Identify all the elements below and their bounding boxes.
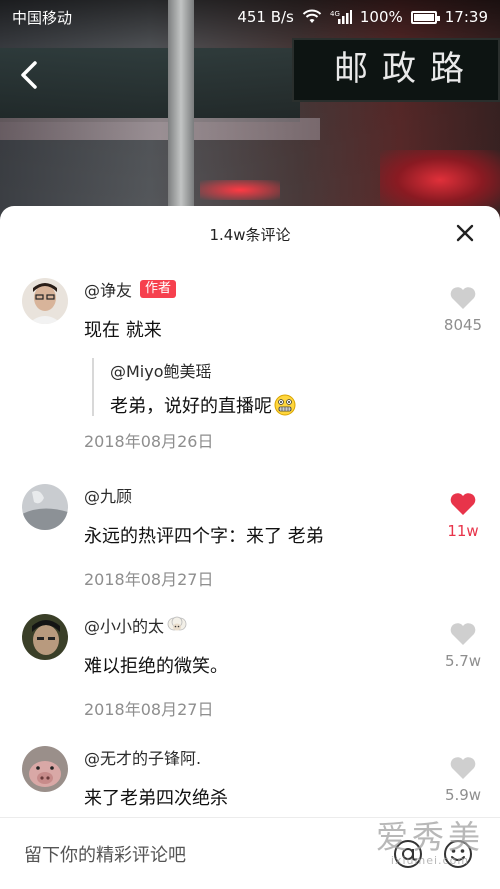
reply-username[interactable]: @Miyo鲍美瑶: [110, 358, 352, 382]
battery-icon: [410, 10, 440, 24]
comment-date: 2018年08月27日: [84, 570, 214, 589]
user-photo-icon: [22, 484, 68, 530]
reply-text: 老弟，说好的直播呢: [110, 396, 272, 417]
video-background: 邮政路: [0, 0, 500, 230]
author-badge: 作者: [140, 280, 177, 298]
comment-item: @诤友 作者 现在 就来 @Miyo鲍美瑶 老弟，说好的直播呢 2018年08月…: [0, 278, 500, 458]
quoted-reply: @Miyo鲍美瑶 老弟，说好的直播呢: [92, 358, 352, 418]
background-light-strip: [0, 118, 320, 140]
comments-panel: 1.4w条评论 @诤友 作者 现在 就来 @Miyo鲍美瑶 老弟，说好的直播呢: [0, 206, 500, 889]
comment-input-bar[interactable]: 留下你的精彩评论吧 爱秀美 ixiumei.com: [0, 817, 500, 889]
avatar[interactable]: [22, 484, 68, 530]
sheep-icon: [167, 616, 187, 631]
net-speed: 451 B/s: [237, 8, 294, 26]
username-text: @诤友: [84, 281, 133, 300]
background-red-light-small: [200, 180, 280, 200]
username-text: @无才的子锋阿.: [84, 749, 202, 768]
avatar[interactable]: [22, 278, 68, 324]
signal-icon: 4G: [330, 10, 352, 24]
heart-outline-icon: [450, 287, 476, 309]
watermark-sub: ixiumei.com: [390, 854, 470, 867]
carrier-label: 中国移动: [12, 8, 73, 27]
heart-outline-icon: [450, 623, 476, 645]
avatar[interactable]: [22, 746, 68, 792]
comment-username[interactable]: @无才的子锋阿.: [84, 746, 201, 768]
chevron-left-icon: [21, 61, 37, 89]
heart-filled-icon: [450, 493, 476, 515]
username-text: @九顾: [84, 487, 133, 506]
comment-item: @九顾 永远的热评四个字：来了 老弟 2018年08月27日 11w: [0, 484, 500, 594]
comment-text: 来了老弟四次绝杀: [84, 788, 228, 809]
like-button[interactable]: 5.7w: [440, 622, 486, 670]
comment-text: 难以拒绝的微笑。: [84, 656, 228, 677]
close-icon[interactable]: [454, 222, 476, 244]
user-photo-icon: [22, 614, 68, 660]
username-text: @小小的太: [84, 617, 165, 636]
background-pole: [168, 0, 194, 230]
background-road-sign: 邮政路: [292, 38, 500, 102]
comment-username[interactable]: @小小的太: [84, 614, 188, 636]
like-count: 5.7w: [444, 652, 482, 670]
like-count: 5.9w: [444, 786, 482, 804]
watermark-main: 爱秀美: [375, 818, 484, 856]
comment-text: 永远的热评四个字：来了 老弟: [84, 526, 324, 547]
comment-item: @小小的太 难以拒绝的微笑。 2018年08月27日 5.7w: [0, 614, 500, 724]
comment-username[interactable]: @诤友 作者: [84, 278, 177, 300]
user-photo-icon: [22, 746, 68, 792]
like-count: 11w: [447, 522, 479, 540]
battery-percent: 100%: [359, 8, 403, 26]
comment-count-title: 1.4w条评论: [209, 225, 291, 244]
comment-date: 2018年08月27日: [84, 700, 214, 719]
comment-username[interactable]: @九顾: [84, 484, 132, 506]
like-button[interactable]: 8045: [440, 286, 486, 334]
back-button[interactable]: [18, 60, 48, 94]
comment-text: 现在 就来: [84, 320, 162, 341]
clock: 17:39: [444, 8, 488, 26]
avatar[interactable]: [22, 614, 68, 660]
status-right: 451 B/s 4G 100% 17:39: [237, 8, 488, 26]
comment-input-placeholder[interactable]: 留下你的精彩评论吧: [24, 841, 186, 867]
reply-text-row: 老弟，说好的直播呢: [110, 392, 352, 418]
user-photo-icon: [22, 278, 68, 324]
like-button[interactable]: 5.9w: [440, 756, 486, 804]
status-bar: 中国移动 451 B/s 4G 100% 17:39: [0, 0, 500, 34]
wifi-icon: [302, 9, 322, 23]
network-badge: 4G: [330, 10, 340, 18]
background-red-light: [380, 150, 500, 210]
like-button[interactable]: 11w: [440, 492, 486, 540]
grimacing-emoji-icon: [274, 394, 296, 416]
like-count: 8045: [443, 316, 483, 334]
panel-header: 1.4w条评论: [0, 206, 500, 262]
watermark: 爱秀美 ixiumei.com: [376, 812, 484, 867]
comment-date: 2018年08月26日: [84, 432, 214, 451]
heart-outline-icon: [450, 757, 476, 779]
